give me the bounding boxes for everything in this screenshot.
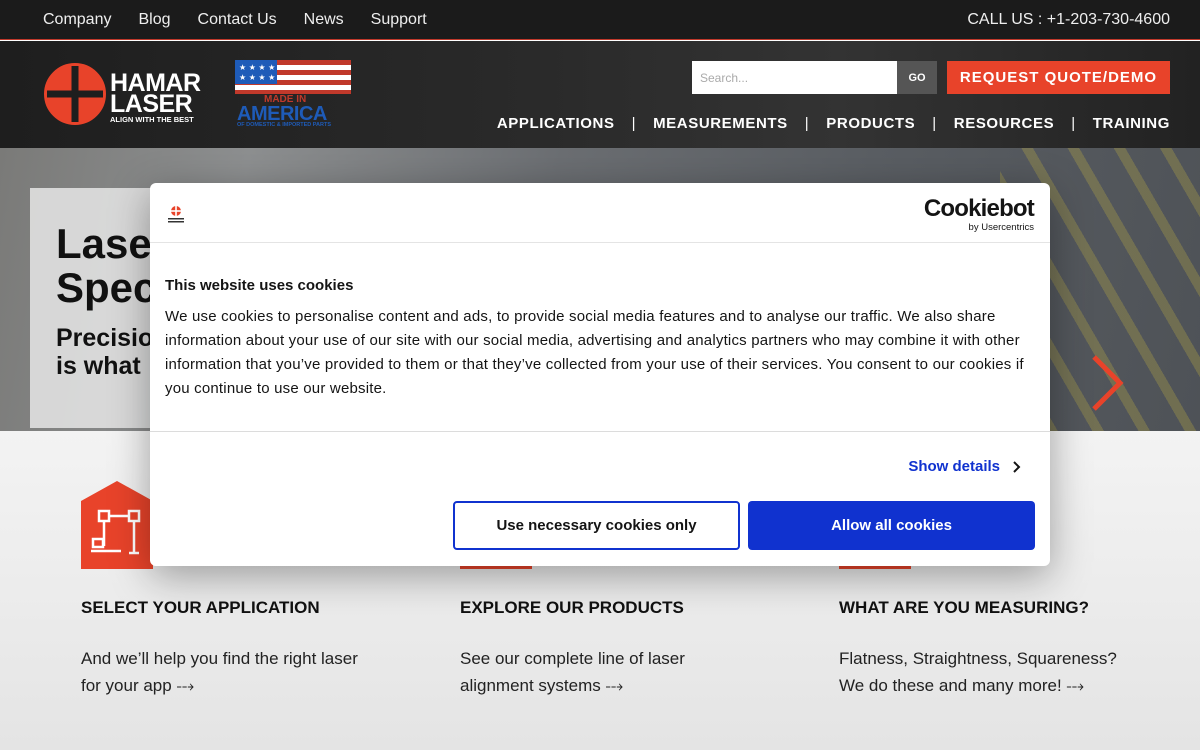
- hero-title: Lase Spec: [56, 222, 156, 310]
- hamar-laser-logo[interactable]: HAMAR LASER ALIGN WITH THE BEST: [44, 63, 219, 127]
- card-title: WHAT ARE YOU MEASURING?: [839, 598, 1089, 617]
- divider: [150, 431, 1050, 432]
- svg-text:★ ★ ★ ★: ★ ★ ★ ★: [239, 63, 275, 72]
- nav-products[interactable]: PRODUCTS: [826, 115, 915, 132]
- card-text: See our complete line of laser alignment…: [460, 645, 780, 699]
- card-text-line1: And we’ll help you find the right laser: [81, 649, 358, 668]
- top-link-blog[interactable]: Blog: [138, 11, 170, 29]
- robot-arm-icon: [81, 481, 153, 569]
- nav-separator: |: [631, 115, 637, 132]
- cookie-dialog-title: This website uses cookies: [165, 277, 354, 294]
- use-necessary-cookies-button[interactable]: Use necessary cookies only: [453, 501, 740, 550]
- card-text-line1: See our complete line of laser: [460, 649, 685, 668]
- cookie-dialog-body: We use cookies to personalise content an…: [165, 308, 1024, 397]
- top-link-company[interactable]: Company: [43, 11, 111, 29]
- top-link-support[interactable]: Support: [371, 11, 427, 29]
- card-link[interactable]: We do these and many more! ⤏: [839, 672, 1159, 699]
- nav-separator: |: [932, 115, 937, 132]
- top-link-news[interactable]: News: [304, 11, 344, 29]
- nav-measurements[interactable]: MEASUREMENTS: [653, 115, 788, 132]
- top-bar: Company Blog Contact Us News Support CAL…: [0, 0, 1200, 40]
- logo-tagline: ALIGN WITH THE BEST: [110, 115, 194, 124]
- site-header: HAMAR LASER ALIGN WITH THE BEST ★ ★ ★ ★ …: [0, 41, 1200, 148]
- logo-wordmark: HAMAR LASER: [110, 71, 201, 118]
- hero-subtitle: Precisio is what: [56, 324, 153, 380]
- chevron-right-icon: [1013, 460, 1021, 473]
- logo-line2: LASER: [110, 90, 193, 118]
- site-logo-icon: [168, 206, 184, 223]
- hero-title-line1: Lase: [56, 220, 152, 267]
- card-text-line1: Flatness, Straightness, Squareness?: [839, 649, 1117, 668]
- main-nav: APPLICATIONS | MEASUREMENTS | PRODUCTS |…: [497, 115, 1170, 132]
- top-nav: Company Blog Contact Us News Support: [43, 11, 427, 29]
- nav-separator: |: [804, 115, 810, 132]
- card-title: SELECT YOUR APPLICATION: [81, 598, 320, 617]
- hero-subtitle-line1: Precisio: [56, 324, 154, 352]
- cookie-dialog-header: Cookiebot by Usercentrics: [150, 183, 1050, 243]
- request-quote-button[interactable]: REQUEST QUOTE/DEMO: [947, 61, 1170, 94]
- cookiebot-subtitle: by Usercentrics: [968, 222, 1034, 233]
- svg-text:★ ★ ★ ★: ★ ★ ★ ★: [239, 73, 275, 82]
- crosshair-logo-icon: [44, 63, 106, 125]
- nav-applications[interactable]: APPLICATIONS: [497, 115, 615, 132]
- made-in-america-badge: ★ ★ ★ ★ ★ ★ ★ ★ MADE IN AMERICA OF DOMES…: [234, 59, 352, 129]
- allow-all-cookies-button[interactable]: Allow all cookies: [748, 501, 1035, 550]
- badge-line3: OF DOMESTIC & IMPORTED PARTS: [237, 122, 332, 128]
- show-details-link[interactable]: Show details: [908, 458, 1022, 475]
- cookiebot-logo[interactable]: Cookiebot by Usercentrics: [923, 195, 1035, 234]
- phone-link[interactable]: CALL US : +1-203-730-4600: [967, 11, 1170, 29]
- nav-separator: |: [1071, 115, 1076, 132]
- card-title: EXPLORE OUR PRODUCTS: [460, 598, 684, 617]
- search-input[interactable]: [692, 61, 897, 94]
- next-slide-arrow-icon[interactable]: [1088, 353, 1128, 413]
- hero-title-line2: Spec: [56, 264, 157, 311]
- show-details-label: Show details: [908, 458, 1000, 475]
- nav-resources[interactable]: RESOURCES: [954, 115, 1054, 132]
- card-link[interactable]: alignment systems ⤏: [460, 672, 780, 699]
- card-text: And we’ll help you find the right laser …: [81, 645, 401, 699]
- hero-subtitle-line2: is what: [56, 352, 141, 380]
- search-go-button[interactable]: GO: [897, 61, 937, 94]
- nav-training[interactable]: TRAINING: [1093, 115, 1170, 132]
- card-text: Flatness, Straightness, Squareness? We d…: [839, 645, 1159, 699]
- card-link[interactable]: for your app ⤏: [81, 672, 401, 699]
- cookiebot-wordmark: Cookiebot: [923, 195, 1035, 222]
- us-flag-icon: ★ ★ ★ ★ ★ ★ ★ ★: [235, 60, 351, 94]
- cookie-consent-dialog: Cookiebot by Usercentrics This website u…: [150, 183, 1050, 566]
- top-link-contact[interactable]: Contact Us: [198, 11, 277, 29]
